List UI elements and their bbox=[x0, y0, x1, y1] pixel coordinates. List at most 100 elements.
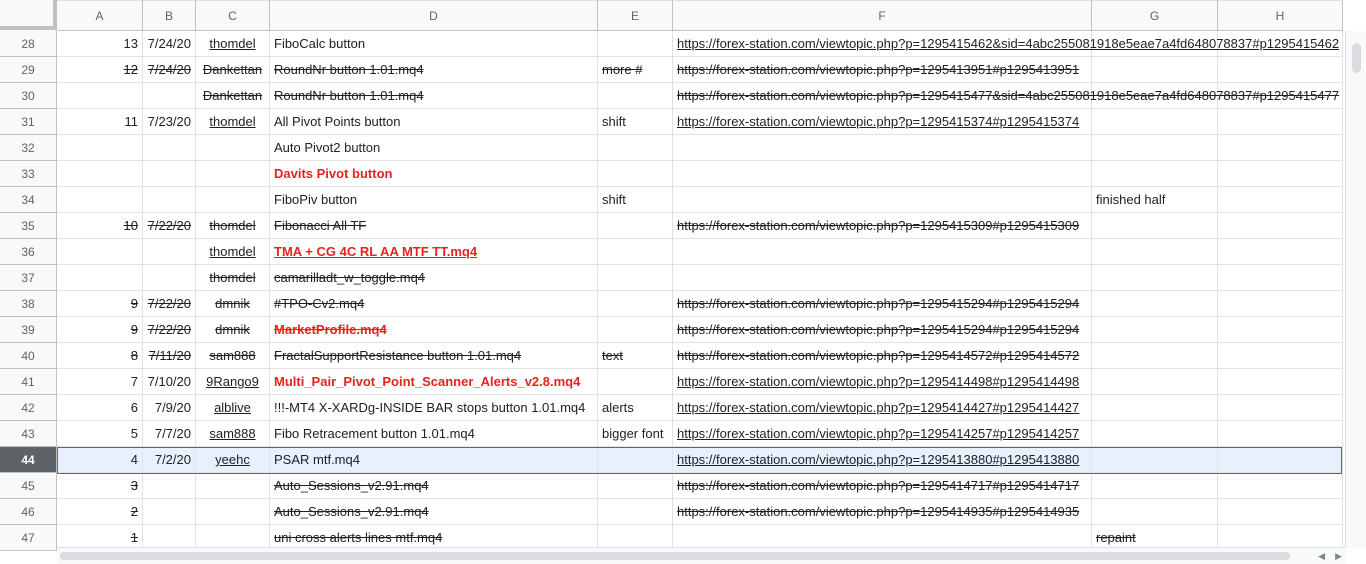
row-header[interactable]: 41 bbox=[0, 369, 57, 395]
cell-c[interactable]: dmnik bbox=[196, 317, 270, 343]
cell-g[interactable] bbox=[1092, 291, 1218, 317]
cell-d[interactable]: FiboCalc button bbox=[270, 31, 598, 57]
cell-e[interactable] bbox=[598, 239, 673, 265]
cell-b[interactable] bbox=[143, 135, 196, 161]
cell-c[interactable] bbox=[196, 135, 270, 161]
cell-a[interactable]: 4 bbox=[57, 447, 143, 473]
cell-a[interactable] bbox=[57, 135, 143, 161]
cell-h[interactable] bbox=[1218, 239, 1343, 265]
cell-d[interactable]: RoundNr button 1.01.mq4 bbox=[270, 83, 598, 109]
cell-e[interactable]: shift bbox=[598, 109, 673, 135]
cell-h[interactable] bbox=[1218, 317, 1343, 343]
column-header-c[interactable]: C bbox=[196, 0, 270, 31]
cell-d[interactable]: All Pivot Points button bbox=[270, 109, 598, 135]
cell-e[interactable] bbox=[598, 161, 673, 187]
cell-g[interactable] bbox=[1092, 265, 1218, 291]
row-header[interactable]: 38 bbox=[0, 291, 57, 317]
cell-a[interactable] bbox=[57, 83, 143, 109]
cell-a[interactable]: 6 bbox=[57, 395, 143, 421]
cell-a[interactable] bbox=[57, 239, 143, 265]
cell-g[interactable] bbox=[1092, 109, 1218, 135]
cell-g[interactable]: finished half bbox=[1092, 187, 1218, 213]
cell-g[interactable] bbox=[1092, 239, 1218, 265]
cell-d[interactable]: PSAR mtf.mq4 bbox=[270, 447, 598, 473]
horizontal-scrollbar[interactable] bbox=[57, 547, 1346, 564]
row-header[interactable]: 33 bbox=[0, 161, 57, 187]
cell-c[interactable] bbox=[196, 161, 270, 187]
cell-f[interactable]: https://forex-station.com/viewtopic.php?… bbox=[673, 421, 1092, 447]
cell-b[interactable]: 7/9/20 bbox=[143, 395, 196, 421]
cell-e[interactable] bbox=[598, 473, 673, 499]
cell-f[interactable]: https://forex-station.com/viewtopic.php?… bbox=[673, 57, 1092, 83]
cell-b[interactable] bbox=[143, 265, 196, 291]
row-header[interactable]: 37 bbox=[0, 265, 57, 291]
vertical-scrollbar[interactable] bbox=[1345, 31, 1366, 548]
cell-b[interactable]: 7/23/20 bbox=[143, 109, 196, 135]
row-header[interactable]: 40 bbox=[0, 343, 57, 369]
cell-e[interactable] bbox=[598, 265, 673, 291]
cell-h[interactable] bbox=[1218, 499, 1343, 525]
cell-d[interactable]: MarketProfile.mq4 bbox=[270, 317, 598, 343]
cell-g[interactable] bbox=[1092, 161, 1218, 187]
cell-b[interactable]: 7/2/20 bbox=[143, 447, 196, 473]
cell-c[interactable]: yeehc bbox=[196, 447, 270, 473]
row-header[interactable]: 42 bbox=[0, 395, 57, 421]
cell-b[interactable]: 7/22/20 bbox=[143, 213, 196, 239]
cell-f[interactable]: https://forex-station.com/viewtopic.php?… bbox=[673, 369, 1092, 395]
cell-a[interactable]: 7 bbox=[57, 369, 143, 395]
cell-d[interactable]: TMA + CG 4C RL AA MTF TT.mq4 bbox=[270, 239, 598, 265]
cell-e[interactable]: shift bbox=[598, 187, 673, 213]
cell-g[interactable] bbox=[1092, 135, 1218, 161]
cell-a[interactable]: 10 bbox=[57, 213, 143, 239]
cell-b[interactable]: 7/22/20 bbox=[143, 317, 196, 343]
cell-h[interactable] bbox=[1218, 57, 1343, 83]
cell-c[interactable]: thomdel bbox=[196, 213, 270, 239]
cell-b[interactable] bbox=[143, 187, 196, 213]
cell-c[interactable]: 9Rango9 bbox=[196, 369, 270, 395]
cell-f[interactable]: https://forex-station.com/viewtopic.php?… bbox=[673, 31, 1339, 57]
cell-a[interactable]: 3 bbox=[57, 473, 143, 499]
cell-f[interactable] bbox=[673, 161, 1092, 187]
cell-b[interactable] bbox=[143, 83, 196, 109]
cell-g[interactable] bbox=[1092, 369, 1218, 395]
cell-f[interactable]: https://forex-station.com/viewtopic.php?… bbox=[673, 473, 1092, 499]
cell-c[interactable] bbox=[196, 499, 270, 525]
row-header[interactable]: 46 bbox=[0, 499, 57, 525]
cell-a[interactable]: 9 bbox=[57, 291, 143, 317]
cell-f[interactable] bbox=[673, 265, 1092, 291]
cell-e[interactable] bbox=[598, 369, 673, 395]
cell-b[interactable] bbox=[143, 161, 196, 187]
cell-e[interactable] bbox=[598, 213, 673, 239]
cell-b[interactable]: 7/11/20 bbox=[143, 343, 196, 369]
cell-h[interactable] bbox=[1218, 447, 1343, 473]
cell-f[interactable]: https://forex-station.com/viewtopic.php?… bbox=[673, 317, 1092, 343]
column-header-b[interactable]: B bbox=[143, 0, 196, 31]
cell-c[interactable]: alblive bbox=[196, 395, 270, 421]
cell-h[interactable] bbox=[1218, 187, 1343, 213]
cell-a[interactable] bbox=[57, 265, 143, 291]
cell-h[interactable] bbox=[1218, 213, 1343, 239]
cell-d[interactable]: Auto Pivot2 button bbox=[270, 135, 598, 161]
column-header-g[interactable]: G bbox=[1092, 0, 1218, 31]
cell-g[interactable] bbox=[1092, 473, 1218, 499]
cell-f[interactable]: https://forex-station.com/viewtopic.php?… bbox=[673, 395, 1092, 421]
cell-f[interactable] bbox=[673, 187, 1092, 213]
cell-e[interactable]: alerts bbox=[598, 395, 673, 421]
row-header[interactable]: 29 bbox=[0, 57, 57, 83]
cell-b[interactable]: 7/24/20 bbox=[143, 31, 196, 57]
cell-c[interactable]: thomdel bbox=[196, 31, 270, 57]
cell-b[interactable] bbox=[143, 473, 196, 499]
cell-d[interactable]: FiboPiv button bbox=[270, 187, 598, 213]
cell-b[interactable]: 7/10/20 bbox=[143, 369, 196, 395]
cell-b[interactable]: 7/22/20 bbox=[143, 291, 196, 317]
cell-a[interactable]: 5 bbox=[57, 421, 143, 447]
cell-e[interactable]: text bbox=[598, 343, 673, 369]
cell-e[interactable] bbox=[598, 499, 673, 525]
cell-f[interactable]: https://forex-station.com/viewtopic.php?… bbox=[673, 109, 1092, 135]
row-header[interactable]: 43 bbox=[0, 421, 57, 447]
scroll-left-icon[interactable]: ◀ bbox=[1318, 551, 1325, 562]
cell-g[interactable] bbox=[1092, 317, 1218, 343]
cell-f[interactable] bbox=[673, 239, 1092, 265]
column-header-a[interactable]: A bbox=[57, 0, 143, 31]
row-header[interactable]: 47 bbox=[0, 525, 57, 551]
